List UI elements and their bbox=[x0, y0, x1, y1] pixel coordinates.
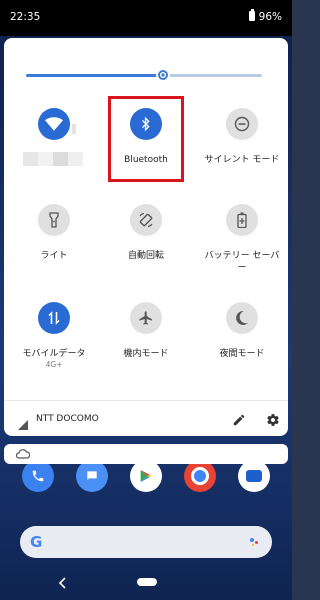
flashlight-icon bbox=[38, 204, 70, 236]
vpn-cloud-icon bbox=[16, 449, 30, 459]
signal-icon bbox=[18, 415, 28, 434]
notification-strip[interactable] bbox=[4, 444, 288, 464]
tile-label: サイレント モード bbox=[204, 155, 280, 165]
edit-pencil-icon[interactable] bbox=[232, 412, 246, 431]
battery-percentage: 96% bbox=[258, 11, 282, 23]
wifi-icon bbox=[38, 108, 70, 140]
nav-home-pill[interactable] bbox=[137, 578, 157, 586]
messages-app-icon[interactable] bbox=[76, 460, 108, 492]
nav-back-icon[interactable] bbox=[58, 574, 68, 593]
tile-label: 夜間モード bbox=[219, 349, 265, 359]
tile-battery-saver[interactable]: バッテリー セーバー bbox=[196, 204, 288, 274]
tile-label: 機内モード bbox=[123, 349, 169, 359]
tile-airplane-mode[interactable]: 機内モード bbox=[100, 302, 192, 360]
annotation-highlight-box bbox=[108, 96, 184, 182]
brightness-slider[interactable] bbox=[26, 68, 262, 82]
wifi-network-name-redacted bbox=[23, 152, 83, 166]
wifi-activity-icon bbox=[71, 120, 81, 134]
tile-label: ライト bbox=[40, 251, 68, 261]
mobile-data-icon bbox=[38, 302, 70, 334]
camera-app-icon[interactable] bbox=[238, 460, 270, 492]
night-mode-icon bbox=[226, 302, 258, 334]
carrier-row: NTT DOCOMO bbox=[4, 401, 288, 437]
play-store-app-icon[interactable] bbox=[130, 460, 162, 492]
tile-wifi[interactable] bbox=[8, 108, 100, 140]
tile-night-mode[interactable]: 夜間モード bbox=[196, 302, 288, 360]
status-time: 22:35 bbox=[10, 11, 41, 23]
brightness-thumb[interactable] bbox=[156, 68, 170, 82]
google-search-bar[interactable]: G bbox=[20, 526, 272, 558]
tile-label: 自動回転 bbox=[127, 251, 164, 261]
carrier-name: NTT DOCOMO bbox=[36, 414, 99, 424]
tile-label: モバイルデータ bbox=[22, 349, 86, 359]
phone-app-icon[interactable] bbox=[22, 460, 54, 492]
tile-do-not-disturb[interactable]: サイレント モード bbox=[196, 108, 288, 166]
tile-sublabel: 4G+ bbox=[45, 360, 63, 369]
chrome-app-icon[interactable] bbox=[184, 460, 216, 492]
tile-label: バッテリー セーバー bbox=[204, 251, 280, 273]
tile-mobile-data[interactable]: モバイルデータ 4G+ bbox=[8, 302, 100, 370]
airplane-icon bbox=[130, 302, 162, 334]
tile-flashlight[interactable]: ライト bbox=[8, 204, 100, 262]
tile-auto-rotate[interactable]: 自動回転 bbox=[100, 204, 192, 262]
do-not-disturb-icon bbox=[226, 108, 258, 140]
google-logo-icon: G bbox=[30, 533, 43, 551]
assistant-icon[interactable] bbox=[250, 538, 260, 546]
status-bar: 22:35 96% bbox=[0, 0, 292, 36]
settings-gear-icon[interactable] bbox=[266, 412, 280, 431]
battery-saver-icon bbox=[226, 204, 258, 236]
auto-rotate-icon bbox=[130, 204, 162, 236]
battery-icon bbox=[249, 9, 255, 21]
